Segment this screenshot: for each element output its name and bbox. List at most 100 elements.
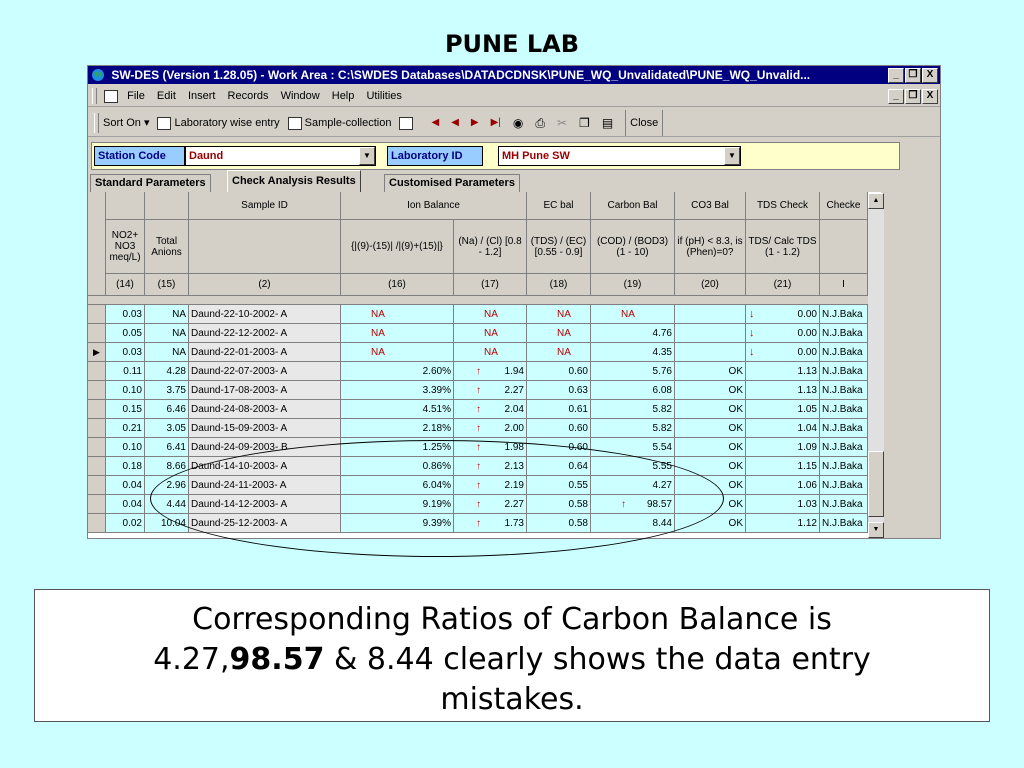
menu-help[interactable]: Help [332, 90, 355, 102]
menu-utilities[interactable]: Utilities [366, 90, 401, 102]
tds-check-cell[interactable]: ↓ 0.00 [746, 343, 820, 362]
ion-balance-cell[interactable]: 1.25% [341, 438, 454, 457]
ec-bal-cell[interactable]: 0.63 [527, 381, 591, 400]
checked-by-cell[interactable]: N.J.Baka [820, 438, 868, 457]
nitrate-cell[interactable]: 0.10 [106, 438, 145, 457]
total-anions-cell[interactable]: 6.41 [145, 438, 189, 457]
na-cl-cell[interactable]: NA [454, 343, 527, 362]
table-row[interactable]: 0.02 10.04 Daund-25-12-2003- A 9.39% ↑ 1.73 0.… [88, 514, 881, 533]
ec-bal-cell[interactable]: 0.61 [527, 400, 591, 419]
checked-by-cell[interactable]: N.J.Baka [820, 343, 868, 362]
tds-check-cell[interactable]: 1.06 [746, 476, 820, 495]
total-anions-cell[interactable]: NA [145, 343, 189, 362]
carbon-bal-cell[interactable]: 5.82 [591, 419, 675, 438]
total-anions-cell[interactable]: 2.96 [145, 476, 189, 495]
row-selector[interactable]: ▶ [88, 343, 106, 362]
carbon-bal-cell[interactable]: ↑ 98.57 [591, 495, 675, 514]
co3-bal-cell[interactable]: OK [675, 495, 746, 514]
previous-record-icon[interactable]: ◀ [451, 110, 459, 136]
table-row[interactable]: 0.15 6.46 Daund-24-08-2003- A 4.51% ↑ 2.04 0.6… [88, 400, 881, 419]
na-cl-cell[interactable]: ↑ 2.13 [454, 457, 527, 476]
row-selector[interactable] [88, 514, 106, 533]
ec-bal-cell[interactable]: NA [527, 324, 591, 343]
ec-bal-cell[interactable]: 0.64 [527, 457, 591, 476]
sample-id-cell[interactable]: Daund-22-01-2003- A [189, 343, 341, 362]
na-cl-cell[interactable]: NA [454, 324, 527, 343]
checked-by-cell[interactable]: N.J.Baka [820, 476, 868, 495]
ion-balance-cell[interactable]: 0.86% [341, 457, 454, 476]
mdi-minimize-button[interactable]: _ [888, 89, 904, 104]
nitrate-cell[interactable]: 0.18 [106, 457, 145, 476]
tds-check-cell[interactable]: 1.12 [746, 514, 820, 533]
sample-id-cell[interactable]: Daund-14-10-2003- A [189, 457, 341, 476]
paste-icon[interactable]: ▤ [602, 110, 613, 136]
ion-balance-cell[interactable]: 9.39% [341, 514, 454, 533]
checked-by-cell[interactable]: N.J.Baka [820, 495, 868, 514]
table-row[interactable]: 0.11 4.28 Daund-22-07-2003- A 2.60% ↑ 1.94 0.6… [88, 362, 881, 381]
station-code-combo[interactable]: Daund ▼ [185, 146, 376, 166]
co3-bal-cell[interactable]: OK [675, 476, 746, 495]
na-cl-cell[interactable]: ↑ 1.73 [454, 514, 527, 533]
menu-records[interactable]: Records [228, 90, 269, 102]
document-icon[interactable] [104, 89, 119, 103]
na-cl-cell[interactable]: ↑ 1.94 [454, 362, 527, 381]
last-record-icon[interactable]: ▶| [491, 110, 501, 136]
tds-check-cell[interactable]: 1.15 [746, 457, 820, 476]
total-anions-cell[interactable]: 4.28 [145, 362, 189, 381]
table-row[interactable]: 0.04 4.44 Daund-14-12-2003- A 9.19% ↑ 2.27 0.5… [88, 495, 881, 514]
next-record-icon[interactable]: ▶ [471, 110, 479, 136]
table-row[interactable]: ▶ 0.03 NA Daund-22-01-2003- A NA NA NA 4.35 ↓ 0.0… [88, 343, 881, 362]
chevron-down-icon[interactable]: ▼ [724, 147, 740, 165]
ion-balance-cell[interactable]: 4.51% [341, 400, 454, 419]
row-selector[interactable] [88, 400, 106, 419]
checked-by-cell[interactable]: N.J.Baka [820, 305, 868, 324]
ec-bal-cell[interactable]: 0.55 [527, 476, 591, 495]
nitrate-cell[interactable]: 0.02 [106, 514, 145, 533]
total-anions-cell[interactable]: NA [145, 324, 189, 343]
sample-id-cell[interactable]: Daund-14-12-2003- A [189, 495, 341, 514]
nitrate-cell[interactable]: 0.05 [106, 324, 145, 343]
chevron-down-icon[interactable]: ▼ [359, 147, 375, 165]
na-cl-cell[interactable]: ↑ 2.04 [454, 400, 527, 419]
carbon-bal-cell[interactable]: 4.27 [591, 476, 675, 495]
tds-check-cell[interactable]: 1.03 [746, 495, 820, 514]
total-anions-cell[interactable]: 3.05 [145, 419, 189, 438]
carbon-bal-cell[interactable]: 5.76 [591, 362, 675, 381]
copy-icon[interactable]: ❐ [579, 110, 590, 136]
sample-id-cell[interactable]: Daund-25-12-2003- A [189, 514, 341, 533]
sample-id-cell[interactable]: Daund-22-12-2002- A [189, 324, 341, 343]
ion-balance-cell[interactable]: 9.19% [341, 495, 454, 514]
table-row[interactable]: 0.03 NA Daund-22-10-2002- A NA NA NA NA ↓ 0.00 N.… [88, 305, 881, 324]
row-selector[interactable] [88, 324, 106, 343]
carbon-bal-cell[interactable]: 5.54 [591, 438, 675, 457]
ion-balance-cell[interactable]: 3.39% [341, 381, 454, 400]
co3-bal-cell[interactable]: OK [675, 362, 746, 381]
co3-bal-cell[interactable]: OK [675, 438, 746, 457]
co3-bal-cell[interactable]: OK [675, 514, 746, 533]
ec-bal-cell[interactable]: 0.60 [527, 438, 591, 457]
sample-id-cell[interactable]: Daund-22-10-2002- A [189, 305, 341, 324]
table-row[interactable]: 0.10 6.41 Daund-24-09-2003- B 1.25% ↑ 1.98 0.6… [88, 438, 881, 457]
carbon-bal-cell[interactable]: 4.35 [591, 343, 675, 362]
na-cl-cell[interactable]: ↑ 1.98 [454, 438, 527, 457]
tds-check-cell[interactable]: ↓ 0.00 [746, 324, 820, 343]
table-row[interactable]: 0.18 8.66 Daund-14-10-2003- A 0.86% ↑ 2.13 0.6… [88, 457, 881, 476]
scroll-up-icon[interactable]: ▲ [868, 193, 884, 209]
nitrate-cell[interactable]: 0.10 [106, 381, 145, 400]
na-cl-cell[interactable]: NA [454, 305, 527, 324]
restore-button[interactable]: ❐ [905, 68, 921, 83]
tds-check-cell[interactable]: 1.13 [746, 362, 820, 381]
nitrate-cell[interactable]: 0.04 [106, 495, 145, 514]
co3-bal-cell[interactable]: OK [675, 419, 746, 438]
co3-bal-cell[interactable] [675, 305, 746, 324]
menu-edit[interactable]: Edit [157, 90, 176, 102]
tds-check-cell[interactable]: 1.13 [746, 381, 820, 400]
na-cl-cell[interactable]: ↑ 2.19 [454, 476, 527, 495]
checked-by-cell[interactable]: N.J.Baka [820, 362, 868, 381]
scroll-thumb[interactable] [868, 451, 884, 517]
checked-by-cell[interactable]: N.J.Baka [820, 400, 868, 419]
carbon-bal-cell[interactable]: 4.76 [591, 324, 675, 343]
table-row[interactable]: 0.10 3.75 Daund-17-08-2003- A 3.39% ↑ 2.27 0.6… [88, 381, 881, 400]
row-selector[interactable] [88, 362, 106, 381]
lab-wise-entry-button[interactable]: Laboratory wise entry [157, 110, 280, 136]
